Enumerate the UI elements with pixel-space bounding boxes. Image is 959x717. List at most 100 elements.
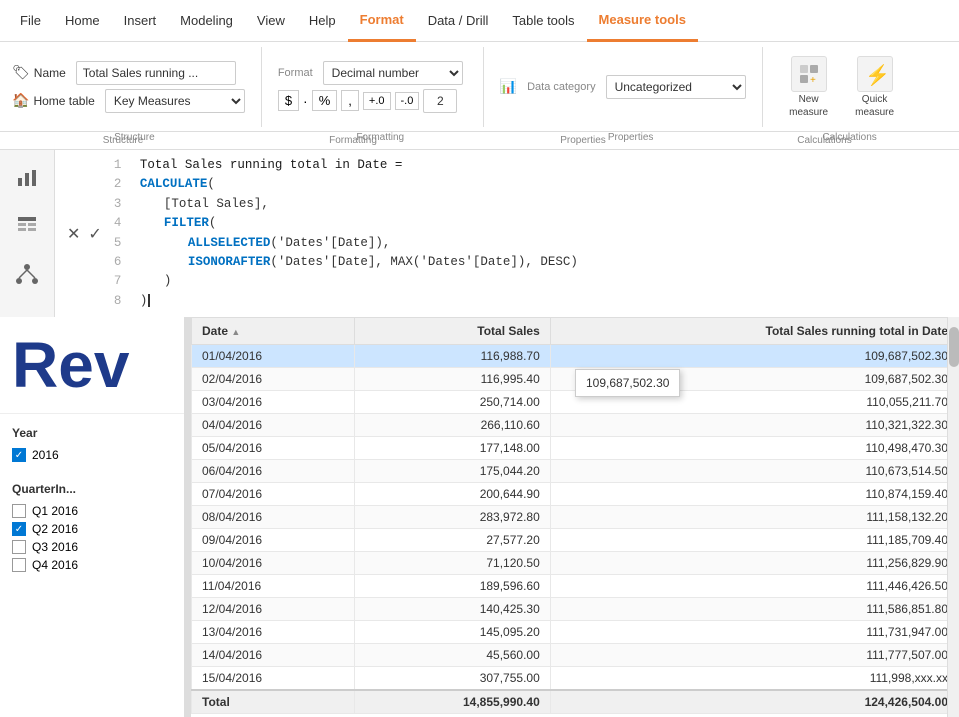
confirm-formula-icon[interactable]: ✓ <box>88 224 101 244</box>
svg-text:+: + <box>810 75 816 86</box>
q2-label: Q2 2016 <box>32 522 78 536</box>
cell-date: 06/04/2016 <box>192 460 355 483</box>
line-text-7: ) <box>140 272 172 291</box>
formula-line-5: 5 ALLSELECTED('Dates'[Date]), <box>114 234 947 253</box>
cell-date: 04/04/2016 <box>192 414 355 437</box>
resize-handle[interactable] <box>185 317 191 717</box>
q4-checkbox[interactable] <box>12 558 26 572</box>
menu-data-drill[interactable]: Data / Drill <box>416 0 501 42</box>
total-sales-column-header[interactable]: Total Sales <box>354 318 550 345</box>
cancel-formula-icon[interactable]: ✕ <box>67 224 80 244</box>
table-icon[interactable] <box>11 210 43 242</box>
menu-view[interactable]: View <box>245 0 297 42</box>
cell-total-sales: 266,110.60 <box>354 414 550 437</box>
table-header-row: Date ▲ Total Sales Total Sales running t… <box>192 318 959 345</box>
left-sidebar: Rev Year 2016 QuarterIn... Q1 2016 <box>0 317 185 717</box>
vertical-scrollbar[interactable] <box>947 317 959 717</box>
calculations-label: Calculations <box>779 129 921 143</box>
decimal-increase-btn[interactable]: +.0 <box>363 92 391 110</box>
menu-format[interactable]: Format <box>348 0 416 42</box>
menu-table-tools[interactable]: Table tools <box>500 0 586 42</box>
q1-label: Q1 2016 <box>32 504 78 518</box>
svg-text:⚡: ⚡ <box>865 63 887 86</box>
percent-button[interactable]: % <box>312 90 338 111</box>
cell-date: 14/04/2016 <box>192 644 355 667</box>
cell-total-sales: 116,995.40 <box>354 368 550 391</box>
line-num-4: 4 <box>114 214 132 233</box>
q1-item: Q1 2016 <box>12 504 172 518</box>
data-category-select[interactable]: Uncategorized <box>606 75 746 99</box>
cell-date: 12/04/2016 <box>192 598 355 621</box>
formula-line-8: 8 ) <box>114 292 947 311</box>
table-row: 13/04/2016145,095.20111,731,947.00 <box>192 621 959 644</box>
table-row: 06/04/2016175,044.20110,673,514.50 <box>192 460 959 483</box>
q3-checkbox[interactable] <box>12 540 26 554</box>
table-row: 04/04/2016266,110.60110,321,322.30 <box>192 414 959 437</box>
currency-button[interactable]: $ <box>278 90 299 111</box>
format-select[interactable]: Decimal number <box>323 61 463 85</box>
new-measure-sub-label: measure <box>789 107 828 118</box>
decimal-value-input[interactable] <box>423 89 457 113</box>
quarter-filter-title: QuarterIn... <box>12 482 172 496</box>
table-row: 03/04/2016250,714.00110,055,211.70 <box>192 391 959 414</box>
cell-date: 03/04/2016 <box>192 391 355 414</box>
formula-line-7: 7 ) <box>114 272 947 291</box>
decimal-decrease-btn[interactable]: -.0 <box>395 92 420 110</box>
menu-insert[interactable]: Insert <box>112 0 169 42</box>
cell-date: 07/04/2016 <box>192 483 355 506</box>
ribbon-name-row: 🏷 Name <box>8 61 236 85</box>
cell-total-sales: 27,577.20 <box>354 529 550 552</box>
table-row: 10/04/201671,120.50111,256,829.90 <box>192 552 959 575</box>
total-label: Total <box>192 690 355 714</box>
running-total-column-header[interactable]: Total Sales running total in Date <box>550 318 958 345</box>
running-total-total: 124,426,504.00 <box>550 690 958 714</box>
cell-running-total: 110,673,514.50 <box>550 460 958 483</box>
cell-total-sales: 116,988.70 <box>354 345 550 368</box>
quick-measure-button[interactable]: ⚡ Quick measure <box>845 52 905 122</box>
line-num-3: 3 <box>114 195 132 214</box>
q2-item: Q2 2016 <box>12 522 172 536</box>
name-input[interactable] <box>76 61 236 85</box>
table-scroll-container[interactable]: Date ▲ Total Sales Total Sales running t… <box>185 317 959 717</box>
menu-modeling[interactable]: Modeling <box>168 0 245 42</box>
comma-button[interactable]: , <box>341 90 359 111</box>
line-num-1: 1 <box>114 156 132 175</box>
formula-line-4: 4 FILTER( <box>114 214 947 233</box>
menu-help[interactable]: Help <box>297 0 348 42</box>
formula-editor[interactable]: 1 Total Sales running total in Date = 2 … <box>114 156 947 311</box>
cell-total-sales: 175,044.20 <box>354 460 550 483</box>
model-icon[interactable] <box>11 258 43 290</box>
top-area: ✕ ✓ 1 Total Sales running total in Date … <box>0 150 959 317</box>
data-category-label: Data category <box>527 81 595 93</box>
cell-date: 13/04/2016 <box>192 621 355 644</box>
cell-running-total: 111,586,851.80 <box>550 598 958 621</box>
home-table-icon: 🏠 <box>12 92 29 109</box>
formula-area: ✕ ✓ 1 Total Sales running total in Date … <box>55 150 959 317</box>
new-measure-label: New <box>799 94 819 105</box>
table-row: 12/04/2016140,425.30111,586,851.80 <box>192 598 959 621</box>
cell-total-sales: 307,755.00 <box>354 667 550 691</box>
menu-measure-tools[interactable]: Measure tools <box>587 0 698 42</box>
line-text-5: ALLSELECTED('Dates'[Date]), <box>140 234 391 253</box>
home-table-select[interactable]: Key Measures <box>105 89 245 113</box>
cell-running-total: 111,185,709.40 <box>550 529 958 552</box>
table-row: 15/04/2016307,755.00111,998,xxx.xx <box>192 667 959 691</box>
menu-home[interactable]: Home <box>53 0 112 42</box>
new-measure-button[interactable]: + New measure <box>779 52 839 122</box>
calc-buttons-row: + New measure ⚡ Quick measure <box>779 52 905 122</box>
quick-measure-sub-label: measure <box>855 107 894 118</box>
cell-running-total: 111,998,xxx.xx <box>550 667 958 691</box>
menu-file[interactable]: File <box>8 0 53 42</box>
cell-running-total: 110,055,211.70 <box>550 391 958 414</box>
chart-icon[interactable] <box>11 162 43 194</box>
quarter-filter: QuarterIn... Q1 2016 Q2 2016 Q3 2016 Q4 … <box>12 482 172 572</box>
q2-checkbox[interactable] <box>12 522 26 536</box>
cell-total-sales: 145,095.20 <box>354 621 550 644</box>
q1-checkbox[interactable] <box>12 504 26 518</box>
formula-line-6: 6 ISONORAFTER('Dates'[Date], MAX('Dates'… <box>114 253 947 272</box>
date-column-header[interactable]: Date ▲ <box>192 318 355 345</box>
new-measure-icon: + <box>791 56 827 92</box>
ribbon-structure-group: 🏷 Name 🏠 Home table Key Measures Structu… <box>8 47 262 127</box>
cell-running-total: 110,874,159.40 <box>550 483 958 506</box>
year-2016-checkbox[interactable] <box>12 448 26 462</box>
